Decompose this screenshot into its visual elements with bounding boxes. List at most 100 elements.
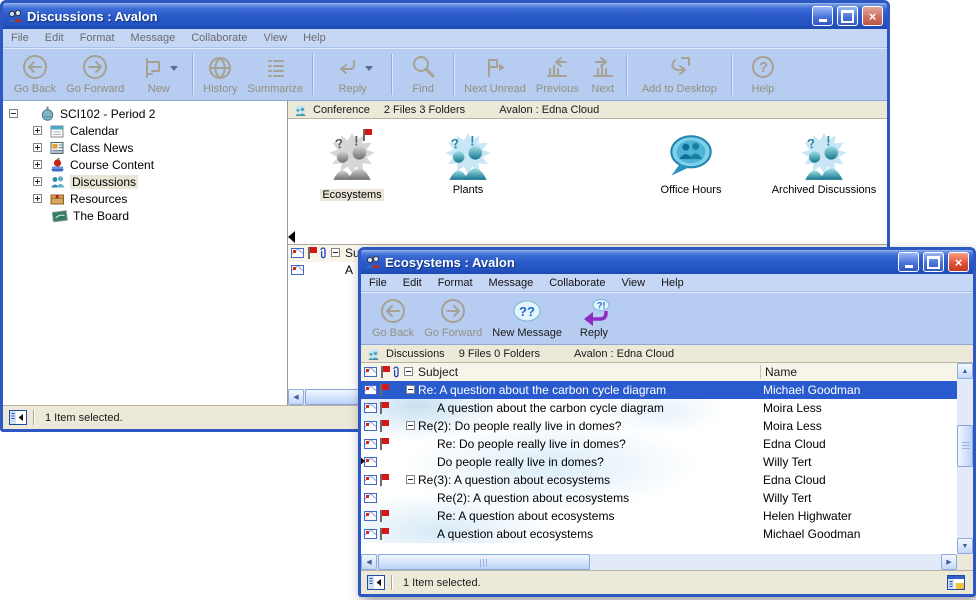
collapse-box-icon[interactable]	[331, 248, 340, 257]
message-row[interactable]: Do people really live in domes? Willy Te…	[361, 453, 957, 471]
column-divider[interactable]	[760, 365, 761, 379]
minimize-button[interactable]	[812, 6, 833, 26]
conference-item-label[interactable]: Office Hours	[661, 184, 722, 196]
menu-message[interactable]: Message	[123, 29, 184, 47]
menu-collaborate[interactable]: Collaborate	[541, 274, 613, 292]
expand-box-icon[interactable]	[33, 194, 42, 203]
expand-box-icon[interactable]	[33, 143, 42, 152]
collapse-box-icon[interactable]	[404, 367, 413, 376]
maximize-button[interactable]	[923, 252, 944, 272]
collapse-pane-icon[interactable]	[367, 575, 385, 590]
go-forward-button[interactable]: Go Forward	[61, 52, 129, 97]
message-row[interactable]: Re: Do people really live in domes? Edna…	[361, 435, 957, 453]
message-row[interactable]: Re(3): A question about ecosystems Edna …	[361, 471, 957, 489]
dropdown-arrow-icon[interactable]	[170, 66, 178, 75]
go-back-button[interactable]: Go Back	[9, 52, 61, 97]
menu-collaborate[interactable]: Collaborate	[183, 29, 255, 47]
tree-item-label[interactable]: The Board	[73, 209, 129, 223]
scroll-down-icon[interactable]: ▼	[957, 538, 973, 554]
new-message-button[interactable]: ?? New Message	[487, 296, 567, 341]
go-back-button[interactable]: Go Back	[367, 296, 419, 341]
conference-item-ecosystems[interactable]: ?! Ecosystems	[302, 133, 402, 201]
reply-button[interactable]: Reply	[318, 52, 387, 97]
horizontal-scrollbar[interactable]: ◀ ▶	[361, 554, 957, 570]
tree-item-label[interactable]: Class News	[70, 141, 133, 155]
menu-help[interactable]: Help	[295, 29, 334, 47]
tree-item-resources[interactable]: Resources	[3, 190, 287, 207]
tree-item-course-content[interactable]: Course Content	[3, 156, 287, 173]
close-button[interactable]: ×	[948, 252, 969, 272]
message-row[interactable]: Re: A question about the carbon cycle di…	[361, 381, 957, 399]
reply-button[interactable]: ?! Reply	[567, 296, 621, 341]
message-row[interactable]: Re(2): A question about ecosystems Willy…	[361, 489, 957, 507]
collapse-box-icon[interactable]	[406, 475, 415, 484]
expand-box-icon[interactable]	[33, 126, 42, 135]
message-row[interactable]: A question about ecosystems Michael Good…	[361, 525, 957, 543]
conference-item-plants[interactable]: ?! Plants	[416, 133, 520, 196]
expand-box-icon[interactable]	[33, 177, 42, 186]
menu-view[interactable]: View	[255, 29, 295, 47]
menu-format[interactable]: Format	[72, 29, 123, 47]
menu-format[interactable]: Format	[430, 274, 481, 292]
scrollbar-thumb[interactable]	[378, 554, 590, 570]
title-bar[interactable]: Ecosystems : Avalon ×	[361, 250, 973, 274]
tree-item-label[interactable]: Resources	[70, 192, 127, 206]
conference-item-label[interactable]: Archived Discussions	[772, 184, 877, 196]
tree-item-calendar[interactable]: Calendar	[3, 122, 287, 139]
subject-column-header[interactable]: Subject	[418, 365, 458, 379]
tree-root-label[interactable]: SCI102 - Period 2	[60, 107, 155, 121]
menu-file[interactable]: File	[361, 274, 395, 292]
menu-view[interactable]: View	[613, 274, 653, 292]
add-to-desktop-button[interactable]: Add to Desktop	[632, 52, 727, 97]
expand-box-icon[interactable]	[33, 160, 42, 169]
tree-item-discussions[interactable]: Discussions	[3, 173, 287, 190]
menu-edit[interactable]: Edit	[37, 29, 72, 47]
dropdown-arrow-icon[interactable]	[365, 66, 373, 75]
message-row[interactable]: A question about the carbon cycle diagra…	[361, 399, 957, 417]
split-view-icon[interactable]	[947, 575, 965, 590]
history-button[interactable]: History	[198, 52, 242, 97]
find-button[interactable]: Find	[397, 52, 449, 97]
message-row[interactable]: Re: A question about ecosystems Helen Hi…	[361, 507, 957, 525]
name-column-header[interactable]: Name	[765, 365, 797, 379]
vertical-scrollbar[interactable]: ▲ ▼	[957, 363, 973, 554]
new-button[interactable]: New	[129, 52, 188, 97]
menu-help[interactable]: Help	[653, 274, 692, 292]
help-button[interactable]: ? Help	[737, 52, 789, 97]
tree-item-label[interactable]: Course Content	[70, 158, 154, 172]
tree-item-class-news[interactable]: Class News	[3, 139, 287, 156]
go-forward-button[interactable]: Go Forward	[419, 296, 487, 341]
scroll-left-icon[interactable]: ◀	[361, 554, 377, 570]
collapse-box-icon[interactable]	[406, 421, 415, 430]
title-bar[interactable]: Discussions : Avalon ×	[3, 3, 887, 29]
collapse-pane-icon[interactable]	[9, 410, 27, 425]
scroll-left-icon[interactable]: ◀	[288, 389, 304, 405]
tree-item-label[interactable]: Discussions	[70, 175, 138, 189]
menu-message[interactable]: Message	[481, 274, 542, 292]
conference-item-archived-discussions[interactable]: ?! Archived Discussions	[762, 133, 886, 196]
scrollbar-thumb[interactable]	[957, 425, 973, 467]
new-message-icon: ??	[510, 298, 544, 326]
maximize-button[interactable]	[837, 6, 858, 26]
conference-item-office-hours[interactable]: Office Hours	[636, 133, 746, 196]
tree-root[interactable]: SCI102 - Period 2	[3, 105, 287, 122]
tree-item-the-board[interactable]: The Board	[3, 207, 287, 224]
collapse-box-icon[interactable]	[9, 109, 18, 118]
pane-split-handle[interactable]	[361, 455, 365, 467]
minimize-button[interactable]	[898, 252, 919, 272]
conference-item-label[interactable]: Ecosystems	[320, 189, 383, 201]
next-unread-button[interactable]: Next Unread	[459, 52, 531, 97]
next-button[interactable]: Next	[584, 52, 622, 97]
tree-item-label[interactable]: Calendar	[70, 124, 119, 138]
conference-item-label[interactable]: Plants	[453, 184, 484, 196]
previous-button[interactable]: Previous	[531, 52, 584, 97]
menu-edit[interactable]: Edit	[395, 274, 430, 292]
message-row[interactable]: Re(2): Do people really live in domes? M…	[361, 417, 957, 435]
scroll-right-icon[interactable]: ▶	[941, 554, 957, 570]
scroll-up-icon[interactable]: ▲	[957, 363, 973, 379]
pane-split-handle[interactable]	[288, 231, 295, 243]
collapse-box-icon[interactable]	[406, 385, 415, 394]
close-button[interactable]: ×	[862, 6, 883, 26]
summarize-button[interactable]: Summarize	[243, 52, 309, 97]
menu-file[interactable]: File	[3, 29, 37, 47]
